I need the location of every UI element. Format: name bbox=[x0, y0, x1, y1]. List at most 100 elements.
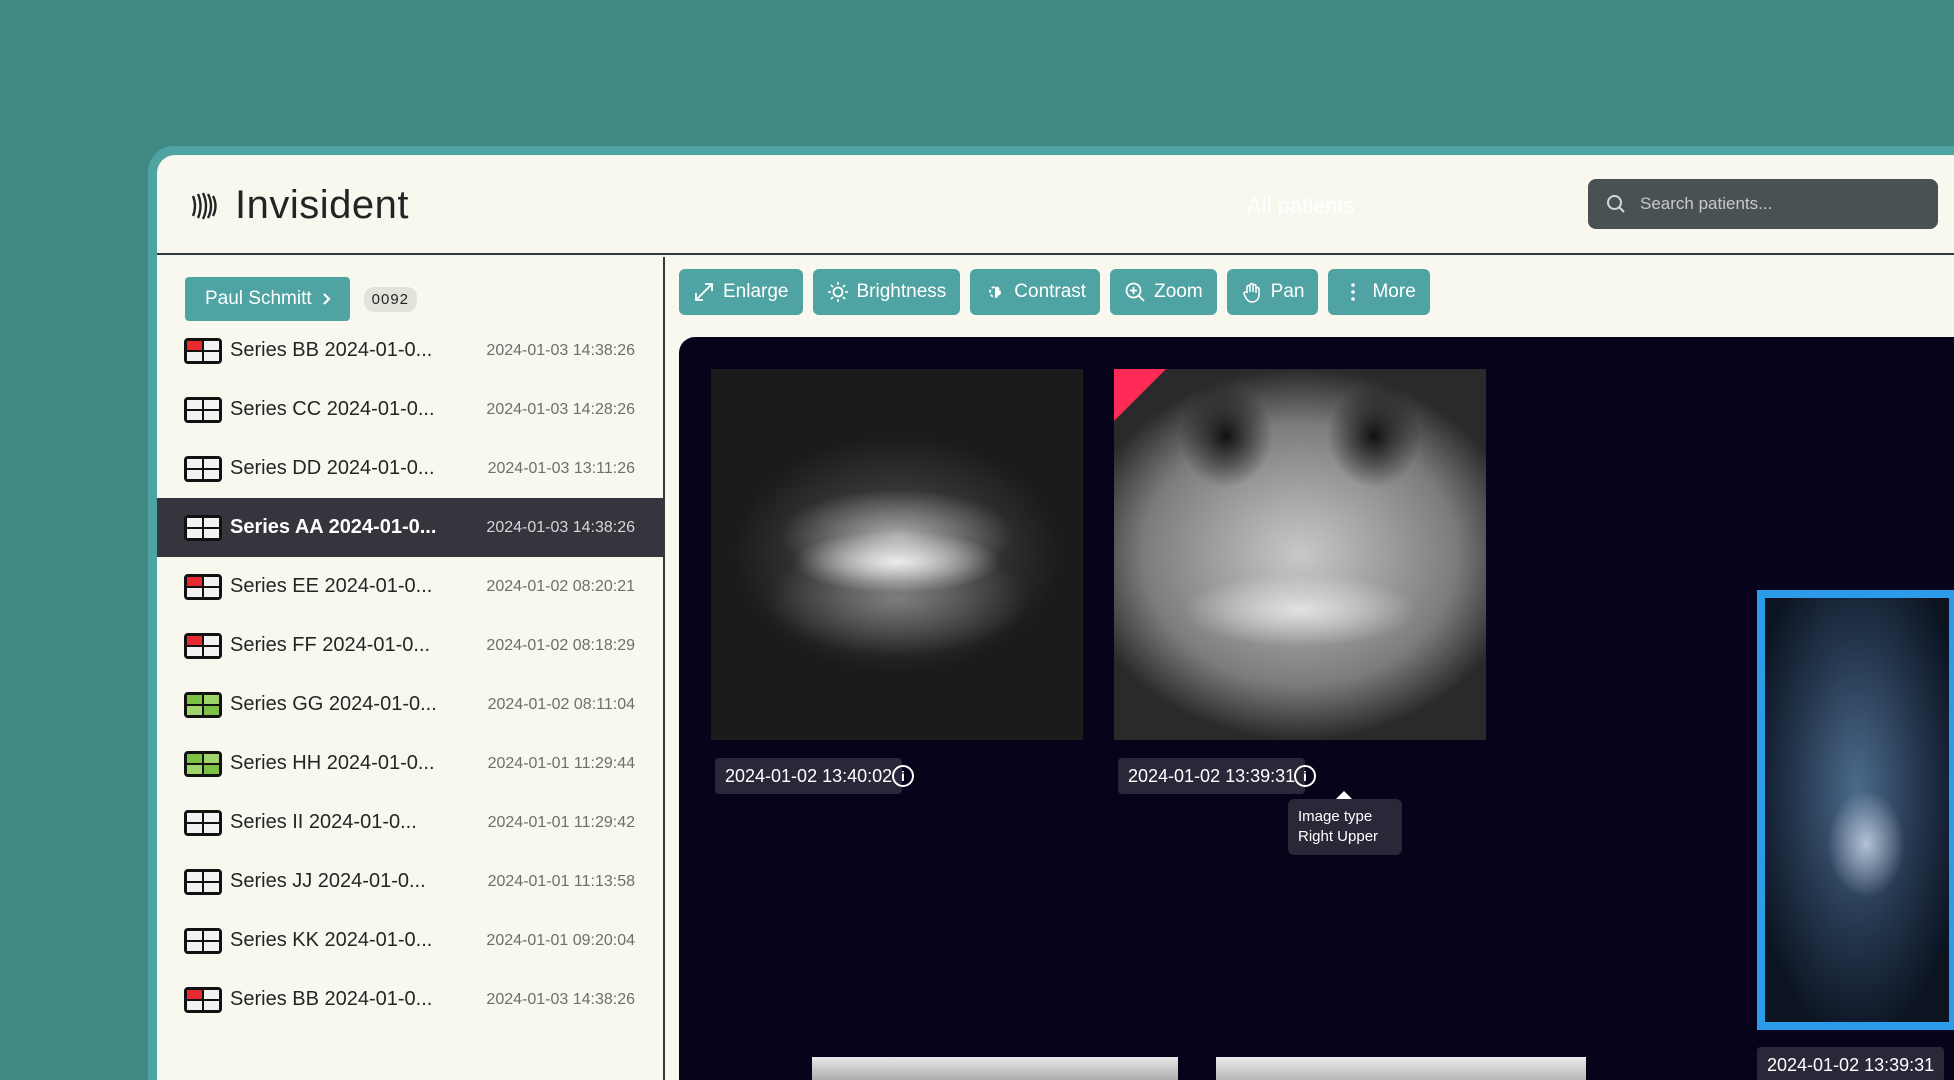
toolbar: Enlarge Brightness Contrast Zoom Pan Mor… bbox=[679, 269, 1430, 315]
brightness-label: Brightness bbox=[856, 281, 947, 302]
series-thumbnail-icon bbox=[184, 514, 222, 541]
series-thumbnail-icon bbox=[184, 750, 222, 777]
tooltip-line-2: Right Upper bbox=[1298, 828, 1379, 845]
page-title: All patients bbox=[1247, 193, 1355, 218]
series-item[interactable]: Series II 2024-01-0... 2024-01-01 11:29:4… bbox=[157, 793, 663, 852]
patient-id-badge: 0092 bbox=[363, 286, 418, 312]
more-label: More bbox=[1372, 281, 1416, 302]
series-name: Series EE 2024-01-0... bbox=[230, 575, 433, 597]
series-timestamp: 2024-01-02 08:11:04 bbox=[487, 695, 635, 713]
series-timestamp: 2024-01-03 14:38:26 bbox=[486, 518, 635, 536]
series-thumbnail-icon bbox=[184, 396, 222, 423]
series-name: Series GG 2024-01-0... bbox=[230, 693, 437, 715]
chevron-right-icon bbox=[322, 293, 331, 305]
series-item[interactable]: Series BB 2024-01-0... 2024-01-03 14:38:2… bbox=[157, 970, 663, 1029]
series-name: Series CC 2024-01-0... bbox=[230, 398, 435, 420]
patient-row: Paul Schmitt 0092 bbox=[185, 277, 418, 321]
app-window: Invisident All patients Paul Schmitt bbox=[148, 146, 1954, 1080]
series-item[interactable]: Series CC 2024-01-0... 2024-01-03 14:28:2… bbox=[157, 380, 663, 439]
image-flag-corner bbox=[1114, 369, 1166, 421]
series-item[interactable]: Series AA 2024-01-0... 2024-01-03 14:38:2… bbox=[157, 498, 663, 557]
image-viewer: 2024-01-02 13:40:02 i 2024-01-02 13:39:3… bbox=[679, 337, 1954, 1080]
enlarge-label: Enlarge bbox=[723, 281, 789, 302]
pan-button[interactable]: Pan bbox=[1226, 269, 1319, 315]
enlarge-icon bbox=[695, 283, 713, 301]
series-item[interactable]: Series HH 2024-01-0... 2024-01-01 11:29:4… bbox=[157, 734, 663, 793]
series-thumbnail-icon bbox=[184, 809, 222, 836]
zoom-label: Zoom bbox=[1154, 281, 1203, 302]
series-name: Series DD 2024-01-0... bbox=[230, 457, 435, 479]
series-thumbnail-icon bbox=[184, 986, 222, 1013]
search-box[interactable] bbox=[1588, 179, 1938, 229]
series-timestamp: 2024-01-03 13:11:26 bbox=[487, 459, 635, 477]
series-thumbnail-icon bbox=[184, 691, 222, 718]
app-window-inner: Invisident All patients Paul Schmitt bbox=[157, 155, 1954, 1080]
series-timestamp: 2024-01-01 09:20:04 bbox=[486, 931, 635, 949]
main-panel: Enlarge Brightness Contrast Zoom Pan Mor… bbox=[667, 257, 1954, 1080]
series-name: Series FF 2024-01-0... bbox=[230, 634, 431, 656]
series-timestamp: 2024-01-02 08:20:21 bbox=[486, 577, 635, 595]
series-name: Series II 2024-01-0... bbox=[230, 811, 417, 833]
patient-button[interactable]: Paul Schmitt bbox=[185, 277, 350, 321]
series-timestamp: 2024-01-03 14:38:26 bbox=[486, 990, 635, 1008]
series-item[interactable]: Series KK 2024-01-0... 2024-01-01 09:20:0… bbox=[157, 911, 663, 970]
series-item[interactable]: Series EE 2024-01-0... 2024-01-02 08:20:2… bbox=[157, 557, 663, 616]
image-timestamp-2: 2024-01-02 13:39:31 bbox=[1118, 758, 1306, 794]
series-name: Series BB 2024-01-0... bbox=[230, 988, 433, 1010]
image-timestamp-1: 2024-01-02 13:40:02 bbox=[715, 758, 903, 794]
xray-image-5[interactable] bbox=[1216, 1057, 1586, 1080]
zoom-button[interactable]: Zoom bbox=[1110, 269, 1217, 315]
logo-icon bbox=[191, 191, 217, 220]
series-name: Series BB 2024-01-0... bbox=[230, 339, 433, 361]
series-thumbnail-icon bbox=[184, 573, 222, 600]
xray-image-3-selected[interactable] bbox=[1757, 590, 1954, 1030]
enlarge-button[interactable]: Enlarge bbox=[679, 269, 803, 315]
series-thumbnail-icon bbox=[184, 927, 222, 954]
series-thumbnail-icon bbox=[184, 455, 222, 482]
patient-name: Paul Schmitt bbox=[205, 288, 312, 309]
series-item[interactable]: Series JJ 2024-01-0... 2024-01-01 11:13:5… bbox=[157, 852, 663, 911]
image-timestamp-3: 2024-01-02 13:39:31 bbox=[1757, 1047, 1945, 1080]
image-type-tooltip: Image type Right Upper bbox=[1288, 791, 1402, 855]
more-icon bbox=[1351, 283, 1356, 301]
image-timestamp-3-text: 2024-01-02 13:39:31 bbox=[1767, 1054, 1935, 1075]
series-thumbnail-icon bbox=[184, 337, 222, 364]
xray-image-2[interactable] bbox=[1114, 369, 1486, 740]
contrast-icon bbox=[989, 286, 1002, 298]
info-icon[interactable]: i bbox=[892, 765, 914, 787]
series-timestamp: 2024-01-01 11:29:42 bbox=[487, 813, 635, 831]
series-name: Series HH 2024-01-0... bbox=[230, 752, 435, 774]
series-item[interactable]: Series BB 2024-01-0... 2024-01-03 14:38:2… bbox=[157, 321, 663, 380]
series-thumbnail-icon bbox=[184, 632, 222, 659]
more-button[interactable]: More bbox=[1328, 269, 1430, 315]
logo[interactable]: Invisident bbox=[189, 183, 409, 228]
series-item[interactable]: Series DD 2024-01-0... 2024-01-03 13:11:2… bbox=[157, 439, 663, 498]
tooltip-line-1: Image type bbox=[1298, 808, 1373, 825]
xray-image-4[interactable] bbox=[812, 1057, 1178, 1080]
contrast-button[interactable]: Contrast bbox=[970, 269, 1101, 315]
pan-icon bbox=[1242, 282, 1260, 303]
xray-image-1[interactable] bbox=[711, 369, 1083, 740]
info-icon[interactable]: i bbox=[1294, 765, 1316, 787]
series-name: Series JJ 2024-01-0... bbox=[230, 870, 426, 892]
brightness-button[interactable]: Brightness bbox=[812, 269, 961, 315]
series-timestamp: 2024-01-01 11:13:58 bbox=[487, 872, 635, 890]
image-timestamp-2-text: 2024-01-02 13:39:31 bbox=[1128, 765, 1296, 786]
series-timestamp: 2024-01-01 11:29:44 bbox=[487, 754, 635, 772]
search-icon bbox=[1607, 195, 1625, 213]
contrast-label: Contrast bbox=[1014, 281, 1087, 302]
pan-label: Pan bbox=[1270, 281, 1305, 302]
series-item[interactable]: Series GG 2024-01-0... 2024-01-02 08:11:0… bbox=[157, 675, 663, 734]
zoom-icon bbox=[1125, 282, 1145, 302]
series-name: Series KK 2024-01-0... bbox=[230, 929, 433, 951]
series-thumbnail-icon bbox=[184, 868, 222, 895]
series-timestamp: 2024-01-03 14:28:26 bbox=[486, 400, 635, 418]
series-list: Series BB 2024-01-0... 2024-01-03 14:38:2… bbox=[157, 321, 663, 1029]
series-timestamp: 2024-01-02 08:18:29 bbox=[486, 636, 635, 654]
series-item[interactable]: Series FF 2024-01-0... 2024-01-02 08:18:2… bbox=[157, 616, 663, 675]
brightness-icon bbox=[827, 282, 848, 302]
search-input[interactable] bbox=[1640, 194, 1910, 214]
series-name: Series AA 2024-01-0... bbox=[230, 516, 437, 538]
series-timestamp: 2024-01-03 14:38:26 bbox=[486, 341, 635, 359]
app-name: Invisident bbox=[235, 183, 409, 227]
